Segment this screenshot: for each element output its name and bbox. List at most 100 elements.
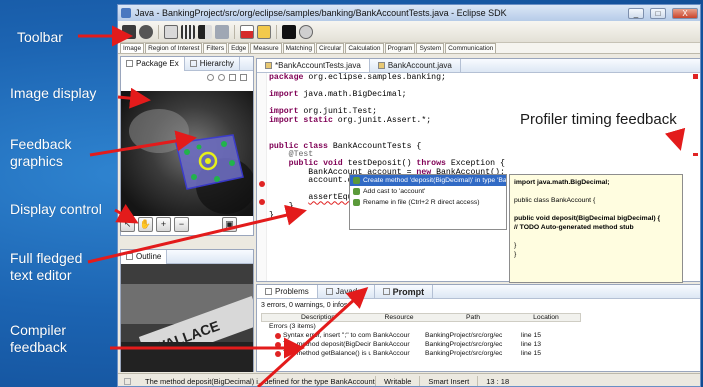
minimize-button[interactable]: _ [628,7,644,19]
cell-description: The method getBalance() is undefi [283,350,371,357]
quickfix-label: Rename in file (Ctrl+2 R direct access) [363,199,480,206]
plugin-tab-matching[interactable]: Matching [282,43,315,53]
column-header[interactable]: Path [424,314,520,321]
image-display[interactable] [121,91,253,216]
acquire-icon[interactable] [122,24,136,39]
tab-package-explorer[interactable]: Package Ex [121,56,185,71]
tab-bankaccounttests[interactable]: *BankAccountTests.java [257,59,370,72]
callout-profiler: Profiler timing feedback [520,111,677,128]
errors-group-label: Errors (3 items) [269,323,316,330]
javadoc-icon [325,288,333,295]
plugin-tabs: Image Region of Interest Filters Edge Measur… [118,43,700,54]
plugin-tab-measure[interactable]: Measure [250,43,282,53]
cell-location: line 15 [521,350,542,357]
errors-group-row[interactable]: Errors (3 items) [261,322,581,331]
threshold-icon[interactable] [198,24,212,39]
callout-feedback-graphics: Feedback graphics [10,136,72,169]
preview-line [514,187,678,196]
histogram-icon[interactable] [240,24,254,39]
plugin-tab-system[interactable]: System [416,43,445,53]
overview-error-icon [693,74,698,79]
tab-hierarchy[interactable]: Hierarchy [185,56,240,71]
toolbar-separator [276,24,277,39]
plugin-tab-calculation[interactable]: Calculation [345,43,384,53]
close-button[interactable]: X [672,7,698,19]
tab-javadoc-label: Javadoc [335,287,366,296]
filter-icon[interactable] [215,24,229,39]
window-title: Java - BankingProject/src/org/eclipse/sa… [135,8,507,18]
copy-icon[interactable] [164,24,178,39]
quickfix-item[interactable]: Create method 'deposit(BigDecimal)' in t… [350,175,506,186]
tab-problems[interactable]: Problems [257,285,318,298]
forward-icon[interactable] [218,74,225,81]
fit-view-icon[interactable]: ▣ [222,217,237,232]
column-header[interactable]: Location [520,314,570,321]
grid-icon[interactable] [181,24,195,39]
cell-location: line 13 [521,341,542,348]
prompt-icon [382,288,390,295]
column-header[interactable]: Resource [372,314,424,321]
profiler-marker-icon [693,153,698,156]
title-bar: Java - BankingProject/src/org/eclipse/sa… [118,5,700,21]
quickfix-item[interactable]: Rename in file (Ctrl+2 R direct access) [350,197,506,208]
pointer-tool-icon[interactable]: ↖ [120,217,135,232]
maximize-button[interactable]: □ [650,7,666,19]
tab-bankaccount[interactable]: BankAccount.java [370,59,461,72]
package-explorer-header: Package Ex Hierarchy [121,56,253,71]
main-toolbar [118,21,700,43]
plugin-tab-edge[interactable]: Edge [228,43,250,53]
cell-resource: BankAccour [373,341,410,348]
text-editor[interactable]: *BankAccountTests.java BankAccount.java … [256,58,700,283]
callout-compiler-feedback: Compiler feedback [10,322,67,355]
cell-description: The method deposit(BigDecimal) is [283,341,371,348]
preview-line: public void deposit(BigDecimal bigDecima… [514,215,661,222]
quickfix-label: Add cast to 'account' [363,188,426,195]
problems-header-row: Description Resource Path Location [261,313,581,322]
outline-panel: Outline WALLACE [120,249,262,372]
code-line: import static org.junit.Assert.*; [269,115,432,125]
status-position: 13 : 18 [477,375,517,386]
display-control: ↖ ✋ + − ▣ [120,217,237,235]
zoom-in-icon[interactable]: + [156,217,171,232]
link-icon[interactable] [240,74,247,81]
plugin-tab-image[interactable]: Image [120,43,145,53]
back-icon[interactable] [207,74,214,81]
problems-panel: Problems Javadoc Prompt 3 errors, 0 warn… [256,284,700,372]
secondary-image: WALLACE [121,264,262,372]
collapse-icon[interactable] [229,74,236,81]
zoom-out-icon[interactable]: − [174,217,189,232]
quickfix-icon [353,199,360,206]
plugin-tab-communication[interactable]: Communication [445,43,497,53]
quickfix-preview: import java.math.BigDecimal; public class… [509,174,683,283]
tab-outline[interactable]: Outline [121,249,168,264]
table-row[interactable]: The method deposit(BigDecimal) isBankAcc… [261,340,581,349]
tab-javadoc[interactable]: Javadoc [318,285,375,298]
tab-bankaccounttests-label: *BankAccountTests.java [275,61,361,70]
hierarchy-icon [189,60,197,67]
plugin-tab-circular[interactable]: Circular [315,43,345,53]
camera-icon[interactable] [139,24,153,39]
status-bar: The method deposit(BigDecimal) i...defin… [118,373,700,386]
tab-prompt[interactable]: Prompt [375,285,434,298]
table-row[interactable]: Syntax error, insert ";" to completeBank… [261,331,581,340]
error-icon [275,350,281,357]
plugin-tab-filters[interactable]: Filters [203,43,228,53]
eclipse-window: Java - BankingProject/src/org/eclipse/sa… [117,4,701,387]
tab-hierarchy-label: Hierarchy [199,59,234,68]
tab-package-explorer-label: Package Ex [136,59,179,68]
plugin-tab-region-of-interest[interactable]: Region of Interest [145,43,203,53]
quickfix-item[interactable]: Add cast to 'account' [350,186,506,197]
chart-icon[interactable] [257,24,271,39]
toolbar-separator [158,24,159,39]
display-icon[interactable] [282,24,296,39]
package-explorer-panel: Package Ex Hierarchy [120,56,254,236]
pan-tool-icon[interactable]: ✋ [138,217,153,232]
column-header[interactable]: Description [262,314,372,321]
settings-icon[interactable] [299,24,313,39]
cell-path: BankingProject/src/org/ec [425,350,503,357]
cell-path: BankingProject/src/org/ec [425,332,503,339]
table-row[interactable]: The method getBalance() is undefiBankAcc… [261,349,581,358]
plugin-tab-program[interactable]: Program [384,43,416,53]
tab-outline-label: Outline [136,252,162,261]
